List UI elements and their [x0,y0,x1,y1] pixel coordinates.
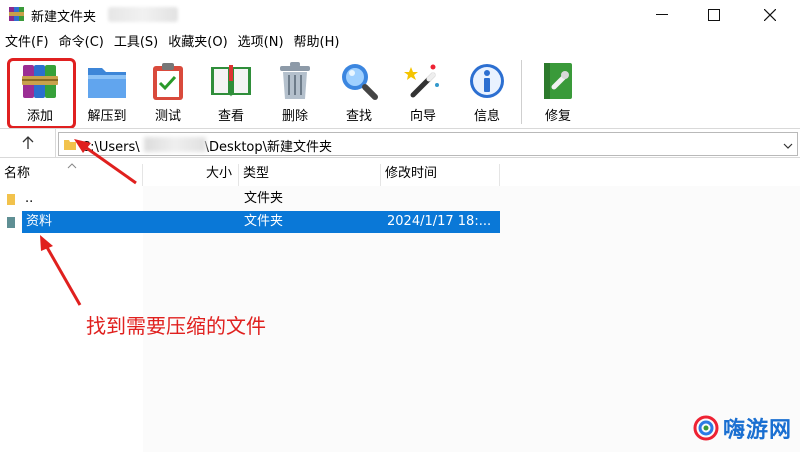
watermark-text: 嗨游网 [723,418,793,443]
annotation-text: 找到需要压缩的文件 [86,314,266,338]
watermark-logo: 嗨游网 [693,412,792,444]
annotation-arrows [40,139,137,306]
logo-icon [693,415,719,441]
